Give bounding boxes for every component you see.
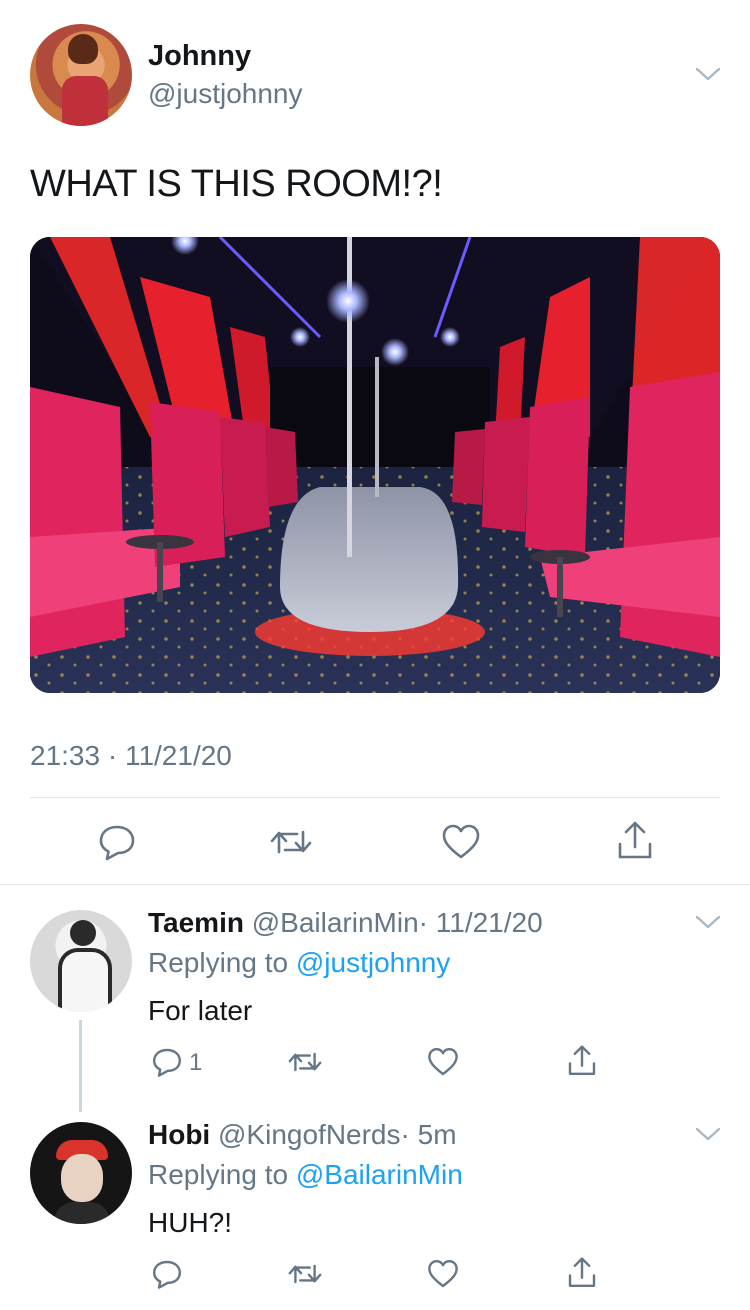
reply-icon[interactable]	[151, 1046, 183, 1078]
share-icon[interactable]	[566, 1256, 598, 1290]
share-icon[interactable]	[566, 1044, 598, 1078]
thread-line	[79, 1020, 82, 1112]
reply-text: For later	[148, 995, 253, 1026]
reply-count: 1	[189, 1049, 203, 1076]
reply-header: Taemin @BailarinMin· 11/21/20	[148, 907, 543, 939]
retweet-icon[interactable]	[269, 822, 313, 862]
like-icon[interactable]	[427, 1046, 459, 1078]
retweet-icon[interactable]	[287, 1046, 323, 1078]
reply-icon[interactable]	[97, 822, 137, 862]
reply-time[interactable]: · 11/21/20	[419, 907, 543, 938]
reply-header: Hobi @KingofNerds· 5m	[148, 1119, 457, 1151]
reply-author-handle[interactable]: @BailarinMin	[252, 907, 419, 938]
chevron-down-icon[interactable]	[694, 64, 722, 84]
mention-link[interactable]: @BailarinMin	[296, 1159, 463, 1190]
reply-avatar[interactable]	[30, 1122, 132, 1224]
tweet-timestamp[interactable]: 21:33 · 11/21/20	[30, 740, 232, 772]
mention-link[interactable]: @justjohnny	[296, 947, 451, 978]
section-divider	[0, 884, 750, 885]
tweet-text: WHAT IS THIS ROOM!?!	[30, 163, 443, 205]
reply-author-name[interactable]: Taemin	[148, 907, 244, 938]
divider	[30, 797, 720, 798]
reply-icon[interactable]	[151, 1258, 183, 1290]
reply-author-handle[interactable]: @KingofNerds	[218, 1119, 401, 1150]
like-icon[interactable]	[441, 822, 481, 862]
reply-avatar[interactable]	[30, 910, 132, 1012]
author-avatar[interactable]	[30, 24, 132, 126]
reply-author-name[interactable]: Hobi	[148, 1119, 210, 1150]
chevron-down-icon[interactable]	[694, 912, 722, 932]
share-icon[interactable]	[615, 820, 655, 862]
replying-to: Replying to @justjohnny	[148, 947, 451, 978]
retweet-icon[interactable]	[287, 1258, 323, 1290]
chevron-down-icon[interactable]	[694, 1124, 722, 1144]
like-icon[interactable]	[427, 1258, 459, 1290]
reply-text: HUH?!	[148, 1207, 233, 1238]
tweet-image[interactable]	[30, 237, 720, 693]
reply-time[interactable]: · 5m	[401, 1119, 457, 1150]
author-handle[interactable]: @justjohnny	[148, 78, 303, 110]
replying-to: Replying to @BailarinMin	[148, 1159, 463, 1190]
author-name[interactable]: Johnny	[148, 40, 251, 73]
